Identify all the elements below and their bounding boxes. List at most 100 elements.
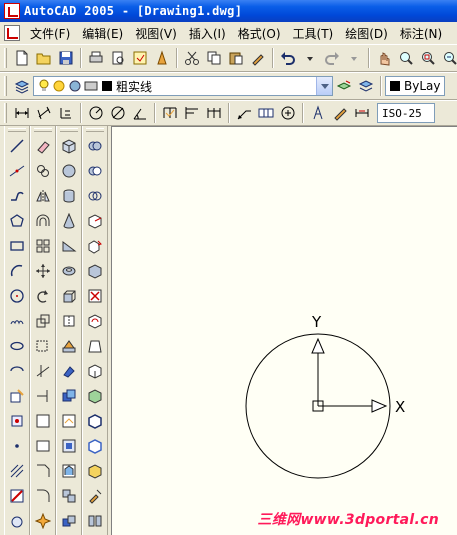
ellipse-arc-icon[interactable] — [5, 359, 29, 383]
menu-draw[interactable]: 绘图(D) — [339, 25, 394, 42]
publish-icon[interactable] — [129, 47, 151, 69]
interfere-icon[interactable] — [57, 384, 81, 408]
move-faces-icon[interactable] — [83, 234, 107, 258]
chamfer-icon[interactable] — [31, 459, 55, 483]
revolve-icon[interactable] — [57, 309, 81, 333]
diameter-dimension-icon[interactable] — [107, 102, 129, 124]
rotate-icon[interactable] — [31, 284, 55, 308]
plot-icon[interactable] — [151, 47, 173, 69]
match-properties-icon[interactable] — [247, 47, 269, 69]
save-icon[interactable] — [55, 47, 77, 69]
dimension-edit-icon[interactable] — [307, 102, 329, 124]
make-block-icon[interactable] — [5, 409, 29, 433]
box-solid-icon[interactable] — [57, 134, 81, 158]
menu-view[interactable]: 视图(V) — [129, 25, 183, 42]
angular-dimension-icon[interactable] — [129, 102, 151, 124]
wedge-solid-icon[interactable] — [57, 234, 81, 258]
fillet-icon[interactable] — [31, 484, 55, 508]
baseline-dimension-icon[interactable] — [181, 102, 203, 124]
extrude-faces-icon[interactable] — [83, 209, 107, 233]
setup-profile-icon[interactable] — [57, 459, 81, 483]
layer-previous-icon[interactable] — [355, 75, 377, 97]
offset-icon[interactable] — [31, 209, 55, 233]
continue-dimension-icon[interactable] — [203, 102, 225, 124]
redo-dropdown-icon[interactable] — [343, 47, 365, 69]
copy-edges-icon[interactable] — [83, 409, 107, 433]
color-edges-icon[interactable] — [83, 434, 107, 458]
toolbar-grip[interactable] — [4, 76, 7, 96]
zoom-realtime-icon[interactable] — [395, 47, 417, 69]
aligned-dimension-icon[interactable] — [33, 102, 55, 124]
extend-icon[interactable] — [31, 384, 55, 408]
cone-solid-icon[interactable] — [57, 209, 81, 233]
rotate-faces-icon[interactable] — [83, 309, 107, 333]
print-preview-icon[interactable] — [107, 47, 129, 69]
menu-tools[interactable]: 工具(T) — [287, 25, 340, 42]
toolbar-grip[interactable] — [4, 103, 7, 123]
slice-icon[interactable] — [57, 334, 81, 358]
open-file-icon[interactable] — [33, 47, 55, 69]
extrude-icon[interactable] — [57, 284, 81, 308]
copy-object-icon[interactable] — [31, 159, 55, 183]
region-icon[interactable] — [5, 509, 29, 533]
polyline-icon[interactable] — [5, 184, 29, 208]
layer-combo[interactable]: 粗实线 — [33, 76, 333, 96]
dimension-style-combo[interactable]: ISO-25 — [377, 103, 435, 123]
delete-faces-icon[interactable] — [83, 284, 107, 308]
redo-icon[interactable] — [321, 47, 343, 69]
setup-view-icon[interactable] — [57, 434, 81, 458]
stretch-icon[interactable] — [31, 334, 55, 358]
polygon-icon[interactable] — [5, 209, 29, 233]
toolbar-grip[interactable] — [4, 48, 7, 68]
taper-faces-icon[interactable] — [83, 334, 107, 358]
color-faces-icon[interactable] — [83, 384, 107, 408]
zoom-window-icon[interactable] — [417, 47, 439, 69]
cut-icon[interactable] — [181, 47, 203, 69]
toolbar-grip[interactable] — [60, 128, 78, 132]
chevron-down-icon[interactable] — [316, 77, 332, 95]
mirror-icon[interactable] — [31, 184, 55, 208]
clean-icon[interactable] — [83, 484, 107, 508]
erase-icon[interactable] — [31, 134, 55, 158]
subtract-icon[interactable] — [83, 159, 107, 183]
undo-icon[interactable] — [277, 47, 299, 69]
undo-dropdown-icon[interactable] — [299, 47, 321, 69]
document-menu-icon[interactable] — [4, 25, 20, 41]
ordinate-dimension-icon[interactable] — [55, 102, 77, 124]
toolbar-grip[interactable] — [8, 128, 26, 132]
section-icon[interactable] — [57, 359, 81, 383]
break-icon[interactable] — [31, 434, 55, 458]
menu-insert[interactable]: 插入(I) — [183, 25, 232, 42]
menu-file[interactable]: 文件(F) — [24, 25, 76, 42]
intersect-icon[interactable] — [83, 184, 107, 208]
move-icon[interactable] — [31, 259, 55, 283]
layer-manager-icon[interactable] — [11, 75, 33, 97]
arc-icon[interactable] — [5, 259, 29, 283]
solid-group-icon[interactable] — [57, 509, 81, 533]
pan-realtime-icon[interactable] — [373, 47, 395, 69]
line-icon[interactable] — [5, 134, 29, 158]
print-icon[interactable] — [85, 47, 107, 69]
sphere-solid-icon[interactable] — [57, 159, 81, 183]
trim-icon[interactable] — [31, 359, 55, 383]
linear-dimension-icon[interactable] — [11, 102, 33, 124]
make-object-layer-current-icon[interactable] — [333, 75, 355, 97]
paste-icon[interactable] — [225, 47, 247, 69]
new-file-icon[interactable] — [11, 47, 33, 69]
ellipse-icon[interactable] — [5, 334, 29, 358]
construction-line-icon[interactable] — [5, 159, 29, 183]
setup-drawing-icon[interactable] — [57, 409, 81, 433]
copy-faces-icon[interactable] — [83, 359, 107, 383]
torus-solid-icon[interactable] — [57, 259, 81, 283]
menu-edit[interactable]: 编辑(E) — [76, 25, 129, 42]
revision-cloud-icon[interactable] — [5, 309, 29, 333]
union-icon[interactable] — [83, 134, 107, 158]
array-icon[interactable] — [31, 234, 55, 258]
color-control-combo[interactable]: ByLay — [385, 76, 445, 96]
rectangle-icon[interactable] — [5, 234, 29, 258]
radius-dimension-icon[interactable] — [85, 102, 107, 124]
dimension-update-icon[interactable] — [351, 102, 373, 124]
drawing-canvas[interactable]: Y X 三维网www.3dportal.cn — [111, 126, 457, 535]
gradient-icon[interactable] — [5, 484, 29, 508]
offset-faces-icon[interactable] — [83, 259, 107, 283]
